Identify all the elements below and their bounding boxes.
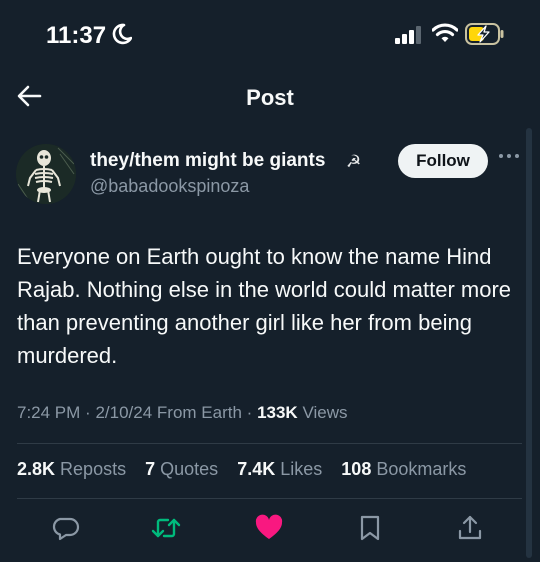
post-date: 2/10/24	[95, 403, 153, 422]
reposts-stat[interactable]: 2.8K Reposts	[17, 459, 126, 479]
views-label[interactable]: Views	[302, 403, 347, 422]
follow-button[interactable]: Follow	[398, 144, 488, 178]
more-icon[interactable]	[498, 150, 520, 162]
reposts-label: Reposts	[60, 459, 127, 479]
display-name[interactable]: they/them might be giants	[90, 150, 325, 172]
likes-stat[interactable]: 7.4K Likes	[237, 459, 322, 479]
reposts-count: 2.8K	[17, 459, 56, 479]
avatar[interactable]	[16, 144, 76, 204]
post-source: From Earth	[156, 403, 242, 422]
page-title: Post	[246, 85, 294, 110]
top-bar: Post	[0, 70, 540, 124]
quotes-label: Quotes	[160, 459, 219, 479]
hammer-sickle-emoji: ☭	[346, 152, 362, 171]
wifi-icon	[432, 23, 458, 42]
battery-icon	[465, 23, 504, 45]
divider	[17, 443, 522, 444]
post-text: Everyone on Earth ought to know the name…	[17, 244, 512, 368]
quotes-stat[interactable]: 7 Quotes	[145, 459, 218, 479]
divider	[17, 498, 522, 499]
signal-icon	[395, 26, 421, 44]
quotes-count: 7	[145, 459, 156, 479]
engagement-stats: 2.8K Reposts 7 Quotes 7.4K Likes 108 Boo…	[17, 459, 480, 480]
status-time: 11:37	[46, 22, 107, 49]
bookmarks-count: 108	[341, 459, 372, 479]
status-bar: 11:37	[0, 0, 540, 70]
reply-icon[interactable]	[52, 514, 80, 542]
share-icon[interactable]	[457, 514, 483, 542]
post-meta: 7:24 PM · 2/10/24 From Earth · 133K View…	[17, 403, 348, 422]
views-count: 133K	[257, 403, 298, 422]
moon-icon	[112, 23, 132, 45]
likes-label: Likes	[280, 459, 323, 479]
bookmarks-stat[interactable]: 108 Bookmarks	[341, 459, 466, 479]
skeleton-avatar-image	[16, 144, 76, 204]
likes-count: 7.4K	[237, 459, 276, 479]
repost-icon[interactable]	[151, 514, 181, 542]
like-icon[interactable]	[255, 514, 283, 542]
user-handle[interactable]: @babadookspinoza	[90, 176, 249, 197]
post-time: 7:24 PM	[17, 403, 81, 422]
action-bar	[0, 510, 540, 550]
bookmark-icon[interactable]	[358, 514, 382, 542]
bookmarks-label: Bookmarks	[376, 459, 467, 479]
